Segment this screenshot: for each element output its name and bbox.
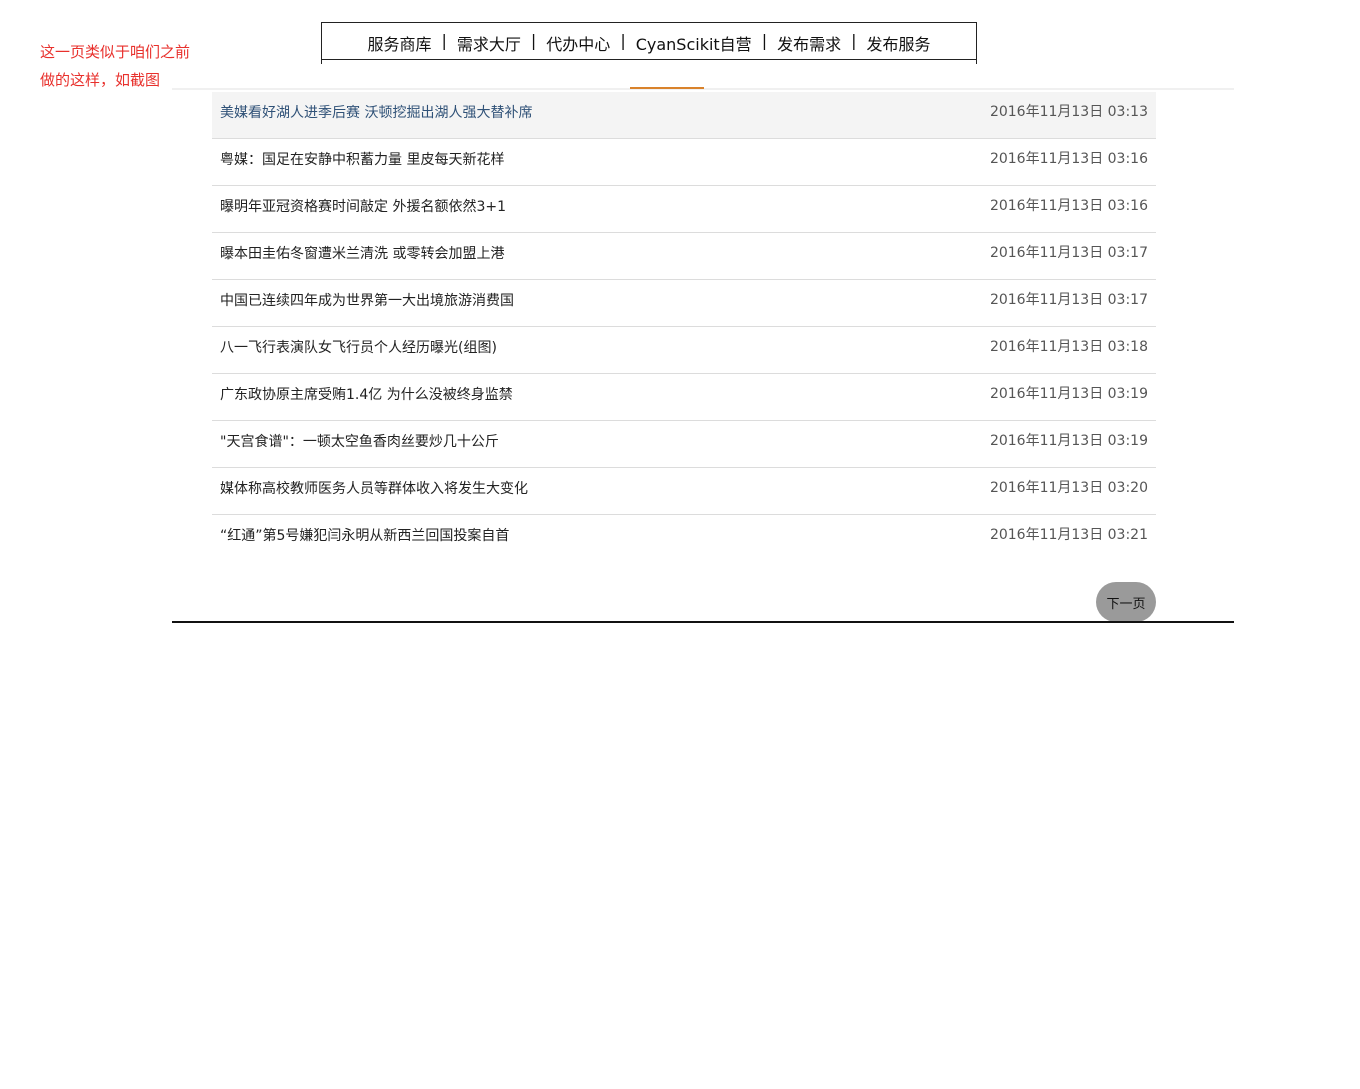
nav-bar: 服务商库 | 需求大厅 | 代办中心 | CyanScikit自营 | 发布需求… <box>322 31 976 55</box>
news-title[interactable]: 曝本田圭佑冬窗遭米兰清洗 或零转会加盟上港 <box>220 233 504 263</box>
news-item[interactable]: 粤媒：国足在安静中积蓄力量 里皮每天新花样 2016年11月13日 03:16 <box>212 139 1156 186</box>
news-time: 2016年11月13日 03:20 <box>989 480 1148 496</box>
news-item[interactable]: “红通”第5号嫌犯闫永明从新西兰回国投案自首 2016年11月13日 03:21 <box>212 515 1156 561</box>
news-time: 2016年11月13日 03:17 <box>989 292 1148 308</box>
news-item[interactable]: 曝明年亚冠资格赛时间敲定 外援名额依然3+1 2016年11月13日 03:16 <box>212 186 1156 233</box>
news-list: 美媒看好湖人进季后赛 沃顿挖掘出湖人强大替补席 2016年11月13日 03:1… <box>212 92 1156 561</box>
next-page-button[interactable]: 下一页 <box>1096 582 1156 622</box>
nav-separator: | <box>761 31 768 50</box>
nav-item-post-demand[interactable]: 发布需求 <box>771 31 847 55</box>
nav-item-post-service[interactable]: 发布服务 <box>860 31 936 55</box>
news-title[interactable]: 广东政协原主席受贿1.4亿 为什么没被终身监禁 <box>220 374 513 404</box>
news-time: 2016年11月13日 03:21 <box>989 527 1148 543</box>
nav-item-demand-hall[interactable]: 需求大厅 <box>451 31 527 55</box>
news-time: 2016年11月13日 03:13 <box>989 104 1148 120</box>
nav-separator: | <box>851 31 857 50</box>
news-item[interactable]: 广东政协原主席受贿1.4亿 为什么没被终身监禁 2016年11月13日 03:1… <box>212 374 1156 421</box>
news-item[interactable]: 中国已连续四年成为世界第一大出境旅游消费国 2016年11月13日 03:17 <box>212 280 1156 327</box>
nav-item-agency-center[interactable]: 代办中心 <box>540 31 616 55</box>
news-item[interactable]: "天宫食谱"：一顿太空鱼香肉丝要炒几十公斤 2016年11月13日 03:19 <box>212 421 1156 468</box>
news-title[interactable]: 媒体称高校教师医务人员等群体收入将发生大变化 <box>220 468 528 498</box>
news-title[interactable]: 八一飞行表演队女飞行员个人经历曝光(组图) <box>220 327 497 357</box>
news-item[interactable]: 八一飞行表演队女飞行员个人经历曝光(组图) 2016年11月13日 03:18 <box>212 327 1156 374</box>
nav-separator: | <box>441 31 447 50</box>
nav-item-service-provider-library[interactable]: 服务商库 <box>361 31 437 55</box>
annotation-line-1: 这一页类似于咱们之前 <box>40 43 191 61</box>
news-time: 2016年11月13日 03:19 <box>989 386 1148 402</box>
news-time: 2016年11月13日 03:19 <box>989 433 1148 449</box>
news-title[interactable]: 美媒看好湖人进季后赛 沃顿挖掘出湖人强大替补席 <box>220 92 532 122</box>
news-item[interactable]: 美媒看好湖人进季后赛 沃顿挖掘出湖人强大替补席 2016年11月13日 03:1… <box>212 92 1156 139</box>
news-title[interactable]: 粤媒：国足在安静中积蓄力量 里皮每天新花样 <box>220 139 504 169</box>
nav-separator: | <box>620 31 626 50</box>
nav-item-self-operated[interactable]: CyanScikit自营 <box>630 31 758 55</box>
news-title[interactable]: "天宫食谱"：一顿太空鱼香肉丝要炒几十公斤 <box>220 421 499 451</box>
news-title[interactable]: “红通”第5号嫌犯闫永明从新西兰回国投案自首 <box>220 515 509 545</box>
footer-divider <box>172 621 1234 623</box>
news-time: 2016年11月13日 03:18 <box>989 339 1148 355</box>
news-time: 2016年11月13日 03:16 <box>989 198 1148 214</box>
news-title[interactable]: 中国已连续四年成为世界第一大出境旅游消费国 <box>220 280 514 310</box>
news-item[interactable]: 媒体称高校教师医务人员等群体收入将发生大变化 2016年11月13日 03:20 <box>212 468 1156 515</box>
top-nav: 服务商库 | 需求大厅 | 代办中心 | CyanScikit自营 | 发布需求… <box>321 22 977 64</box>
news-title[interactable]: 曝明年亚冠资格赛时间敲定 外援名额依然3+1 <box>220 186 506 216</box>
nav-separator: | <box>530 31 537 50</box>
news-time: 2016年11月13日 03:17 <box>989 245 1148 261</box>
news-item[interactable]: 曝本田圭佑冬窗遭米兰清洗 或零转会加盟上港 2016年11月13日 03:17 <box>212 233 1156 280</box>
news-time: 2016年11月13日 03:16 <box>989 151 1148 167</box>
annotation-note: 这一页类似于咱们之前 做的这样，如截图 <box>40 38 215 94</box>
active-tab-indicator <box>630 87 704 89</box>
